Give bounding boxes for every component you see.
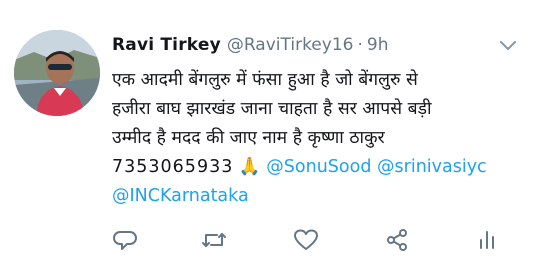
tweet-text-line: हजीरा बाघ झारखंड जाना चाहता है सर आपसे ब… [112,99,432,119]
tweet-header: Ravi Tirkey @RaviTirkey16 · 9h [112,32,388,58]
display-name[interactable]: Ravi Tirkey [112,35,221,55]
user-handle[interactable]: @RaviTirkey16 [227,35,354,55]
analytics-icon[interactable] [473,226,501,254]
mention-link[interactable]: @INCKarnataka [112,186,249,206]
avatar-image [14,30,100,116]
heart-icon[interactable] [292,226,320,254]
mention-link[interactable]: @srinivasiyc [377,157,487,177]
separator-dot: · [357,35,363,55]
tweet-text-line: उम्मीद है मदद की जाए नाम है कृष्णा ठाकुर [112,128,385,148]
tweet-text-line: 7353065933 🙏 @SonuSood @srinivasiyc [112,153,524,182]
timestamp[interactable]: 9h [367,35,389,55]
share-icon[interactable] [383,226,411,254]
mention-link[interactable]: @SonuSood [266,157,371,177]
tweet-text-line: एक आदमी बेंगलुरु में फंसा हुआ है जो बेंग… [112,70,418,90]
retweet-icon[interactable] [200,226,228,254]
tweet-actions [112,226,502,256]
reply-icon[interactable] [112,226,140,254]
folded-hands-emoji: 🙏 [238,157,261,177]
tweet-text-line: @INCKarnataka [112,182,524,211]
avatar[interactable] [14,30,100,116]
phone-number: 7353065933 [112,157,234,177]
tweet-text: एक आदमी बेंगलुरु में फंसा हुआ है जो बेंग… [112,66,524,211]
tweet[interactable]: Ravi Tirkey @RaviTirkey16 · 9h एक आदमी ब… [0,0,533,268]
chevron-down-icon[interactable] [498,38,518,52]
